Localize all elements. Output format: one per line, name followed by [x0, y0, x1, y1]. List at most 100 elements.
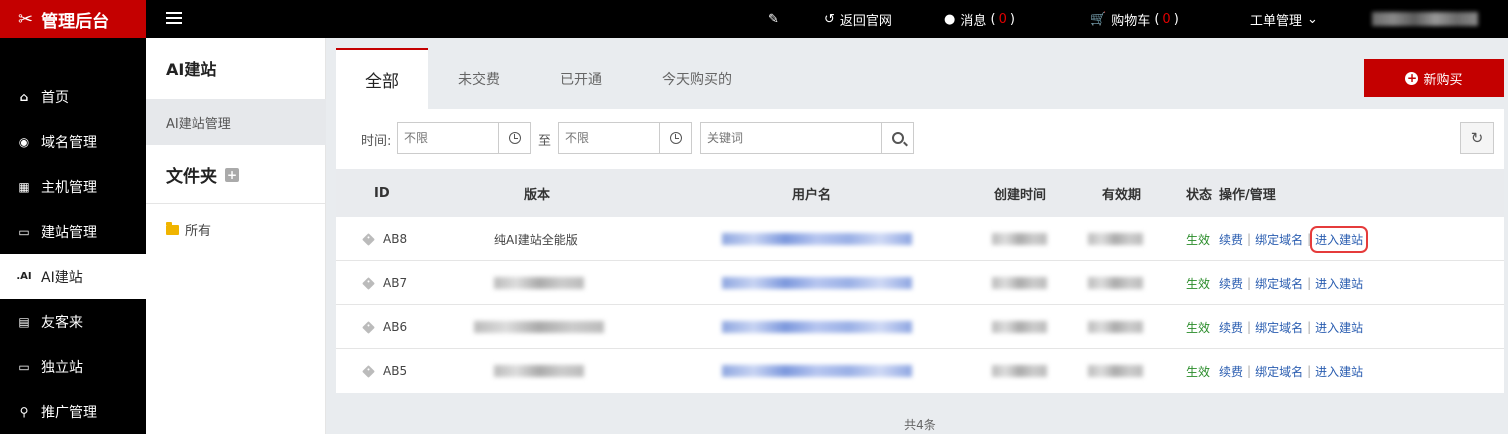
col-valid: 有效期: [1102, 187, 1142, 203]
plus-circle-icon: +: [1405, 71, 1419, 85]
back-to-site-link[interactable]: ↺ 返回官网: [824, 0, 892, 38]
row-created-redacted: [992, 365, 1047, 377]
row-id: AB6: [383, 320, 408, 334]
refresh-button[interactable]: ↻: [1460, 122, 1494, 154]
bind-domain-link[interactable]: 绑定域名: [1255, 275, 1303, 292]
status-badge: 生效: [1186, 276, 1211, 291]
tag-icon: [362, 320, 375, 334]
renew-link[interactable]: 续费: [1219, 231, 1243, 248]
row-id: AB8: [383, 232, 408, 246]
sidebar-item-home[interactable]: ⌂ 首页: [0, 74, 146, 119]
row-username-redacted: [722, 277, 912, 289]
end-date-input[interactable]: [559, 123, 659, 153]
folder-header: 文件夹 +: [146, 146, 326, 204]
brand-logo[interactable]: ✂ 管理后台: [0, 0, 146, 38]
chevron-down-icon: ⌄: [1307, 11, 1318, 27]
tag-icon: [362, 364, 375, 378]
col-id: ID: [374, 185, 390, 201]
home-icon: ⌂: [19, 89, 29, 104]
ai-site-management-link[interactable]: AI建站管理: [146, 99, 326, 145]
sidebar-item-hosting[interactable]: ▦ 主机管理: [0, 164, 146, 209]
tag-icon: [362, 276, 375, 290]
folder-title: 文件夹: [166, 167, 217, 187]
menu-toggle-icon[interactable]: [166, 9, 182, 27]
start-date-picker[interactable]: [498, 123, 530, 153]
time-filter-label: 时间:: [361, 134, 392, 149]
add-folder-icon[interactable]: +: [225, 167, 239, 182]
sidebar-item-standalone-site[interactable]: ▭ 独立站: [0, 344, 146, 389]
tools-icon: ✂: [18, 8, 34, 30]
status-badge: 生效: [1186, 364, 1211, 379]
table-row: AB5 生效 续费 | 绑定域名 | 进入建站: [336, 349, 1504, 393]
row-ops: 续费 | 绑定域名 | 进入建站: [1219, 319, 1364, 336]
col-ops: 操作/管理: [1219, 187, 1276, 203]
start-date-input[interactable]: [398, 123, 498, 153]
row-id: AB7: [383, 276, 408, 290]
enter-site-builder-link[interactable]: 进入建站: [1310, 225, 1369, 253]
enter-site-builder-link[interactable]: 进入建站: [1315, 363, 1363, 380]
row-version-redacted: [494, 277, 584, 289]
end-date-picker[interactable]: [659, 123, 691, 153]
row-valid-redacted: [1088, 321, 1143, 333]
table-row: AB7 生效 续费 | 绑定域名 | 进入建站: [336, 261, 1504, 305]
tickets-label: 工单管理: [1250, 13, 1303, 29]
end-date-field: [558, 122, 692, 154]
enter-site-builder-link[interactable]: 进入建站: [1315, 275, 1363, 292]
tab-unpaid[interactable]: 未交费: [428, 48, 530, 109]
main-card: 时间: 至 ↻ ID 版本 用户名 创建时间 有效期 状态 操作/管理 AB8 …: [336, 109, 1504, 393]
tickets-dropdown[interactable]: 工单管理 ⌄: [1250, 0, 1318, 38]
start-date-field: [397, 122, 531, 154]
search-button[interactable]: [881, 123, 913, 153]
status-badge: 生效: [1186, 232, 1211, 247]
row-ops: 续费 | 绑定域名 | 进入建站: [1219, 225, 1369, 253]
sidebar-item-ai-site[interactable]: .AI AI建站: [0, 254, 146, 299]
row-created-redacted: [992, 277, 1047, 289]
total-count: 共4条: [904, 418, 936, 432]
refresh-icon: ↻: [1470, 129, 1484, 147]
clock-icon: [669, 132, 682, 144]
sub-panel: AI建站 AI建站管理 文件夹 + 所有: [146, 38, 326, 434]
search-icon: [891, 132, 904, 144]
cart-label: 购物车: [1111, 13, 1151, 29]
user-account-menu[interactable]: [1372, 12, 1478, 26]
document-icon: ▤: [18, 314, 30, 329]
search-icon: ⚲: [19, 404, 29, 419]
tab-all[interactable]: 全部: [336, 48, 428, 109]
sidebar-item-domains[interactable]: ◉ 域名管理: [0, 119, 146, 164]
cart-icon: 🛒: [1090, 11, 1107, 27]
folder-item-all[interactable]: 所有: [166, 220, 211, 239]
cart-link[interactable]: 🛒 购物车 (0): [1090, 0, 1179, 38]
tab-activated[interactable]: 已开通: [530, 48, 632, 109]
sidebar-item-youkelai[interactable]: ▤ 友客来: [0, 299, 146, 344]
enter-site-builder-link[interactable]: 进入建站: [1315, 319, 1363, 336]
row-version-redacted: [474, 321, 604, 333]
renew-link[interactable]: 续费: [1219, 363, 1243, 380]
sidebar-item-promotion[interactable]: ⚲ 推广管理: [0, 389, 146, 434]
table-row: AB8 纯AI建站全能版 生效 续费 | 绑定域名 | 进入建站: [336, 217, 1504, 261]
row-username-redacted: [722, 233, 912, 245]
row-ops: 续费 | 绑定域名 | 进入建站: [1219, 275, 1364, 292]
magic-wand-icon[interactable]: ✎: [768, 0, 784, 38]
row-version-redacted: [494, 365, 584, 377]
sidebar: ⌂ 首页 ◉ 域名管理 ▦ 主机管理 ▭ 建站管理 .AI AI建站 ▤ 友客来…: [0, 38, 146, 434]
new-purchase-button[interactable]: + 新购买: [1364, 59, 1504, 97]
messages-link[interactable]: ● 消息 (0): [944, 0, 1015, 38]
row-created-redacted: [992, 321, 1047, 333]
bind-domain-link[interactable]: 绑定域名: [1255, 363, 1303, 380]
messages-count: 0: [998, 11, 1007, 27]
sidebar-item-site-builder[interactable]: ▭ 建站管理: [0, 209, 146, 254]
keyword-search-field: [700, 122, 914, 154]
chat-bubble-icon: ●: [944, 11, 956, 27]
tab-bought-today[interactable]: 今天购买的: [632, 48, 762, 109]
renew-link[interactable]: 续费: [1219, 275, 1243, 292]
messages-label: 消息: [960, 13, 987, 29]
bind-domain-link[interactable]: 绑定域名: [1255, 231, 1303, 248]
row-id: AB5: [383, 364, 408, 378]
bind-domain-link[interactable]: 绑定域名: [1255, 319, 1303, 336]
cart-count: 0: [1162, 11, 1171, 27]
row-created-redacted: [992, 233, 1047, 245]
renew-link[interactable]: 续费: [1219, 319, 1243, 336]
table-row: AB6 生效 续费 | 绑定域名 | 进入建站: [336, 305, 1504, 349]
keyword-search-input[interactable]: [701, 123, 881, 153]
brand-title: 管理后台: [41, 11, 110, 32]
